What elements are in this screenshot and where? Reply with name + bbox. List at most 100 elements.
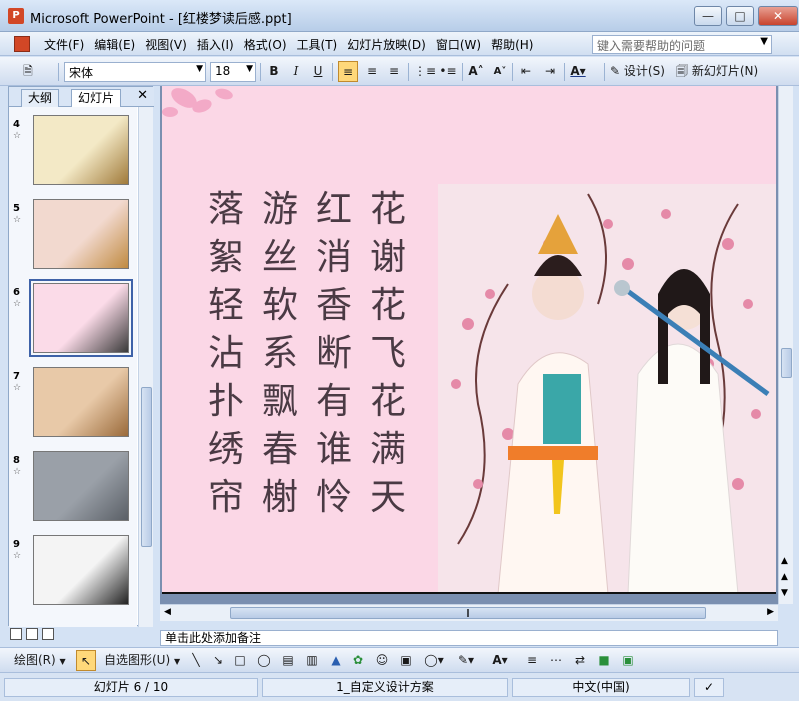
menu-item[interactable]: 格式(O) <box>244 36 297 53</box>
new-slide-icon: 🗐 <box>676 64 688 78</box>
tab-outline[interactable]: 大纲 <box>21 89 60 107</box>
slideshow-icon[interactable] <box>42 628 54 640</box>
menu-item[interactable]: 帮助(H) <box>491 36 543 53</box>
numbering-icon[interactable]: ⋮≡ <box>414 61 436 82</box>
line-color-icon[interactable]: ✎▾ <box>456 650 476 671</box>
autoshapes-button[interactable]: 自选图形(U) ▼ <box>104 650 180 671</box>
slide-thumbnail[interactable] <box>33 115 129 185</box>
slide-thumbnail-row[interactable]: 7 ☆ <box>9 367 137 447</box>
spellcheck-icon[interactable]: ✓ <box>694 678 724 697</box>
transition-star-icon: ☆ <box>13 299 22 309</box>
bullets-icon[interactable]: •≡ <box>438 61 458 82</box>
align-left-button[interactable]: ≡ <box>338 61 358 82</box>
poem-character: 花 <box>370 285 407 326</box>
left-pane-scrollbar[interactable] <box>138 107 153 627</box>
next-slide-icon[interactable]: ▼ <box>781 588 788 598</box>
slide-sorter-icon[interactable] <box>26 628 38 640</box>
close-icon[interactable]: ✕ <box>137 88 148 103</box>
design-button[interactable]: ✎ 设计(S) <box>610 61 665 82</box>
shadow-icon[interactable]: ■ <box>594 650 614 671</box>
slide-thumbnail[interactable] <box>33 535 129 605</box>
scroll-right-icon[interactable]: ▶ <box>767 607 774 617</box>
font-name-select[interactable]: 宋体 ▼ <box>64 62 206 82</box>
new-slide-button[interactable]: 🗐 新幻灯片(N) <box>676 61 758 82</box>
fill-color-icon[interactable]: ◯▾ <box>424 650 444 671</box>
scroll-up-icon[interactable]: ▲ <box>781 556 788 566</box>
italic-button[interactable]: I <box>286 61 306 82</box>
decrease-font-icon[interactable]: A˅ <box>490 61 510 82</box>
align-center-button[interactable]: ≡ <box>362 61 382 82</box>
slide-thumbnail-row[interactable]: 8 ☆ <box>9 451 137 531</box>
font-size-select[interactable]: 18 ▼ <box>210 62 256 82</box>
font-name-value: 宋体 <box>69 66 94 80</box>
slide-thumbnail[interactable] <box>29 279 133 357</box>
oval-icon[interactable]: ◯ <box>254 650 274 671</box>
transition-star-icon: ☆ <box>13 467 22 477</box>
menu-item[interactable]: 窗口(W) <box>436 36 491 53</box>
textbox-icon[interactable]: ▤ <box>278 650 298 671</box>
draw-menu-button[interactable]: 绘图(R) ▼ <box>14 650 66 671</box>
diagram-icon[interactable]: ✿ <box>348 650 368 671</box>
align-right-button[interactable]: ≡ <box>384 61 404 82</box>
menu-item[interactable]: 文件(F) <box>44 36 94 53</box>
vertical-textbox-icon[interactable]: ▥ <box>302 650 322 671</box>
normal-view-icon[interactable] <box>10 628 22 640</box>
prev-slide-icon[interactable]: ▲ <box>781 572 788 582</box>
document-icon[interactable] <box>14 36 30 52</box>
slide-canvas[interactable]: 落絮轻沾扑绣帘游丝软系飘春榭红消香断有谁怜花谢花飞花满天 <box>162 86 776 594</box>
menu-item[interactable]: 编辑(E) <box>94 36 145 53</box>
insert-picture-icon[interactable]: ▣ <box>396 650 416 671</box>
scrollbar-thumb[interactable] <box>141 387 152 547</box>
slide-thumbnail-row[interactable]: 6 ☆ <box>9 279 137 363</box>
close-button[interactable]: ✕ <box>758 6 798 26</box>
increase-indent-icon[interactable]: ⇥ <box>540 61 560 82</box>
dash-style-icon[interactable]: ⋯ <box>546 650 566 671</box>
slide-horizontal-scrollbar[interactable]: ◀ ‖ ▶ <box>160 604 778 621</box>
poem-character: 满 <box>370 429 407 470</box>
slide-thumbnail-row[interactable]: 4 ☆ <box>9 115 137 195</box>
slide-vertical-scrollbar[interactable]: ▲ ▲ ▼ <box>778 86 793 604</box>
menu-item[interactable]: 幻灯片放映(D) <box>347 36 436 53</box>
arrow-icon[interactable]: ↘ <box>208 650 228 671</box>
slide-thumbnail-row[interactable]: 5 ☆ <box>9 199 137 279</box>
clipart-icon[interactable]: ☺ <box>372 650 392 671</box>
toolbar-separator <box>260 63 261 81</box>
menu-item[interactable]: 工具(T) <box>297 36 348 53</box>
new-document-icon[interactable]: 🗎 <box>18 61 38 82</box>
wordart-icon[interactable]: ▲ <box>326 650 346 671</box>
select-objects-icon[interactable]: ↖ <box>76 650 96 671</box>
decrease-indent-icon[interactable]: ⇤ <box>516 61 536 82</box>
slide-thumbnail[interactable] <box>33 451 129 521</box>
notes-pane[interactable]: 单击此处添加备注 <box>160 630 778 646</box>
increase-font-icon[interactable]: A˄ <box>466 61 486 82</box>
petal-decoration <box>162 88 233 117</box>
3d-icon[interactable]: ▣ <box>618 650 638 671</box>
help-placeholder: 键入需要帮助的问题 <box>597 39 706 53</box>
slide-thumbnail[interactable] <box>33 199 129 269</box>
new-slide-label: 新幻灯片(N) <box>691 64 759 78</box>
arrow-style-icon[interactable]: ⇄ <box>570 650 590 671</box>
minimize-button[interactable]: — <box>694 6 722 26</box>
slide-thumbnail-row[interactable]: 9 ☆ <box>9 535 137 615</box>
menu-item[interactable]: 插入(I) <box>197 36 244 53</box>
font-color-icon[interactable]: A▾ <box>490 650 510 671</box>
scrollbar-thumb[interactable]: ‖ <box>230 607 706 619</box>
underline-button[interactable]: U <box>308 61 328 82</box>
scrollbar-thumb[interactable] <box>781 348 792 378</box>
font-color-icon[interactable]: A▾ <box>568 61 588 82</box>
opera-photo[interactable] <box>438 184 776 594</box>
slide-thumbnail[interactable] <box>33 367 129 437</box>
rectangle-icon[interactable]: □ <box>230 650 250 671</box>
tab-slides[interactable]: 幻灯片 <box>71 89 122 107</box>
formatting-toolbar: 🗎 宋体 ▼ 18 ▼ B I U ≡ ≡ ≡ ⋮≡ •≡ A˄ A˅ ⇤ ⇥ … <box>0 57 799 86</box>
line-icon[interactable]: ╲ <box>186 650 206 671</box>
chevron-down-icon[interactable]: ▼ <box>760 36 768 47</box>
help-search-input[interactable]: 键入需要帮助的问题 ▼ <box>592 35 772 54</box>
line-style-icon[interactable]: ≡ <box>522 650 542 671</box>
bold-button[interactable]: B <box>264 61 284 82</box>
design-template[interactable]: 1_自定义设计方案 <box>262 678 508 697</box>
scroll-left-icon[interactable]: ◀ <box>164 607 171 617</box>
menu-item[interactable]: 视图(V) <box>145 36 197 53</box>
maximize-button[interactable]: □ <box>726 6 754 26</box>
poem-text[interactable]: 落絮轻沾扑绣帘游丝软系飘春榭红消香断有谁怜花谢花飞花满天 <box>208 186 406 522</box>
